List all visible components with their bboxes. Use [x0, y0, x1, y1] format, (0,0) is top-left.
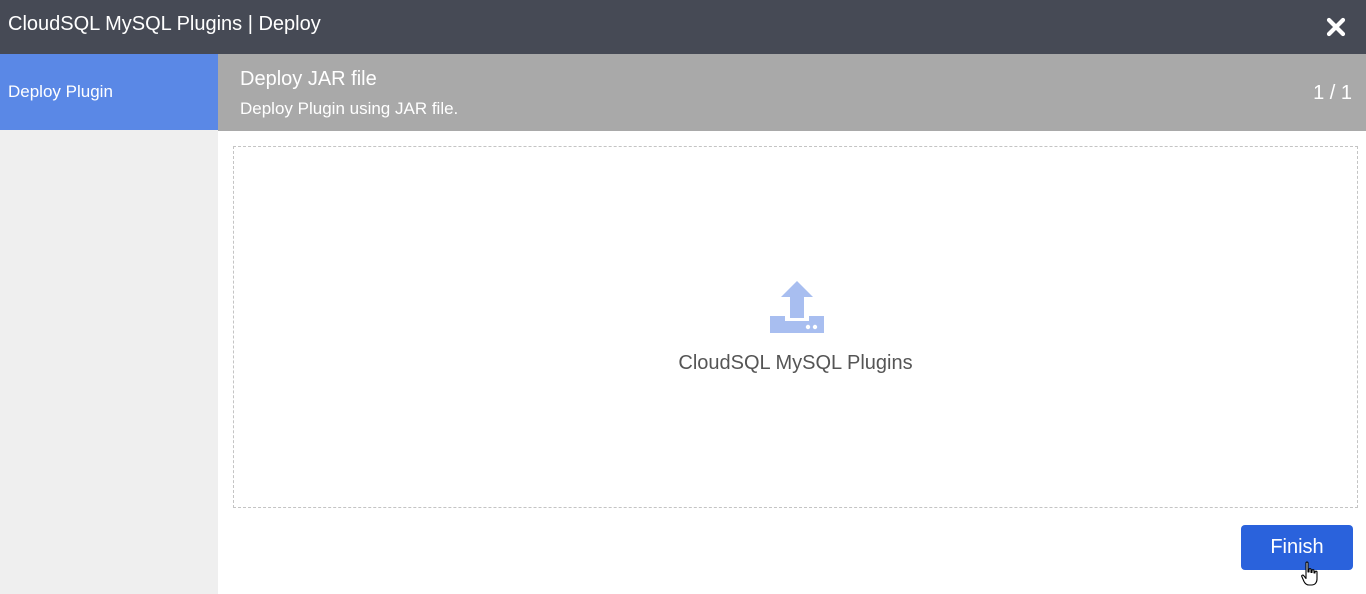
step-counter: 1 / 1	[1313, 82, 1352, 104]
step-title: Deploy JAR file	[240, 68, 377, 90]
upload-icon	[768, 280, 826, 334]
deploy-modal: CloudSQL MySQL Plugins | Deploy Deploy P…	[0, 0, 1366, 594]
modal-titlebar: CloudSQL MySQL Plugins | Deploy	[0, 0, 1366, 54]
wizard-sidebar: Deploy Plugin	[0, 54, 218, 594]
jar-dropzone[interactable]: CloudSQL MySQL Plugins	[233, 146, 1358, 508]
finish-button[interactable]: Finish	[1241, 525, 1353, 570]
sidebar-step-deploy-plugin[interactable]: Deploy Plugin	[0, 54, 218, 130]
close-icon[interactable]	[1324, 15, 1348, 39]
modal-title: CloudSQL MySQL Plugins | Deploy	[8, 13, 321, 35]
step-header: Deploy JAR file Deploy Plugin using JAR …	[218, 54, 1366, 131]
dropzone-label: CloudSQL MySQL Plugins	[678, 352, 913, 374]
wizard-main: Deploy JAR file Deploy Plugin using JAR …	[218, 54, 1366, 594]
step-description: Deploy Plugin using JAR file.	[240, 99, 459, 118]
